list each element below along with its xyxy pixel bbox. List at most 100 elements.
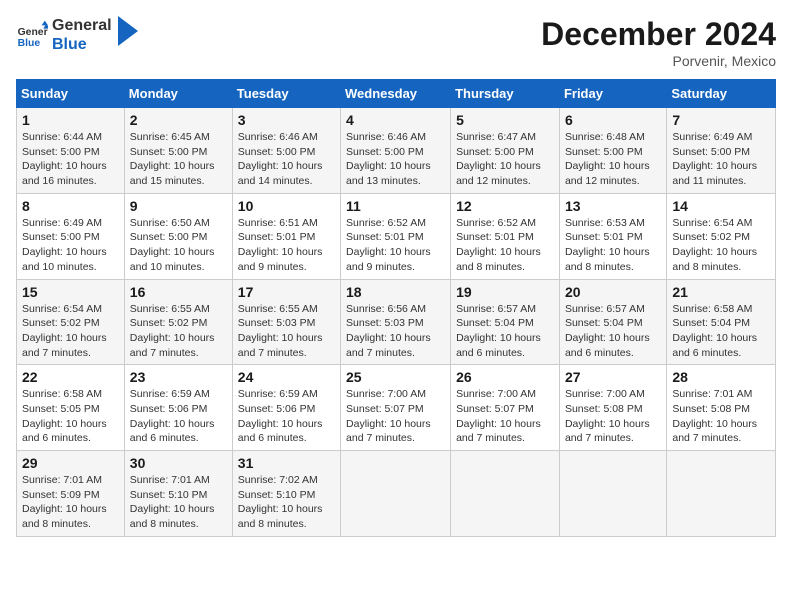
calendar-cell [667, 451, 776, 537]
day-info: Sunrise: 7:00 AM Sunset: 5:07 PM Dayligh… [346, 387, 445, 446]
logo-icon: General Blue [16, 19, 48, 51]
day-info: Sunrise: 6:51 AM Sunset: 5:01 PM Dayligh… [238, 216, 335, 275]
day-info: Sunrise: 6:54 AM Sunset: 5:02 PM Dayligh… [22, 302, 119, 361]
calendar-cell: 29 Sunrise: 7:01 AM Sunset: 5:09 PM Dayl… [17, 451, 125, 537]
calendar-cell: 14 Sunrise: 6:54 AM Sunset: 5:02 PM Dayl… [667, 193, 776, 279]
day-info: Sunrise: 7:02 AM Sunset: 5:10 PM Dayligh… [238, 473, 335, 532]
svg-text:Blue: Blue [18, 38, 41, 49]
day-number: 26 [456, 369, 554, 385]
calendar-week-row: 22 Sunrise: 6:58 AM Sunset: 5:05 PM Dayl… [17, 365, 776, 451]
day-number: 6 [565, 112, 661, 128]
day-number: 30 [130, 455, 227, 471]
day-info: Sunrise: 6:57 AM Sunset: 5:04 PM Dayligh… [456, 302, 554, 361]
calendar-cell: 13 Sunrise: 6:53 AM Sunset: 5:01 PM Dayl… [559, 193, 666, 279]
day-info: Sunrise: 6:54 AM Sunset: 5:02 PM Dayligh… [672, 216, 770, 275]
svg-text:General: General [18, 27, 48, 38]
day-number: 11 [346, 198, 445, 214]
day-number: 1 [22, 112, 119, 128]
day-number: 28 [672, 369, 770, 385]
header-monday: Monday [124, 80, 232, 108]
day-number: 12 [456, 198, 554, 214]
calendar-cell [559, 451, 666, 537]
logo-general: General [52, 16, 112, 35]
day-number: 4 [346, 112, 445, 128]
calendar-cell: 26 Sunrise: 7:00 AM Sunset: 5:07 PM Dayl… [451, 365, 560, 451]
header-sunday: Sunday [17, 80, 125, 108]
logo-arrow-icon [118, 16, 138, 46]
day-number: 19 [456, 284, 554, 300]
day-info: Sunrise: 7:01 AM Sunset: 5:09 PM Dayligh… [22, 473, 119, 532]
calendar-cell [341, 451, 451, 537]
day-info: Sunrise: 6:58 AM Sunset: 5:05 PM Dayligh… [22, 387, 119, 446]
calendar-week-row: 15 Sunrise: 6:54 AM Sunset: 5:02 PM Dayl… [17, 279, 776, 365]
calendar-cell: 5 Sunrise: 6:47 AM Sunset: 5:00 PM Dayli… [451, 108, 560, 194]
day-info: Sunrise: 7:01 AM Sunset: 5:10 PM Dayligh… [130, 473, 227, 532]
day-info: Sunrise: 6:50 AM Sunset: 5:00 PM Dayligh… [130, 216, 227, 275]
calendar-cell: 28 Sunrise: 7:01 AM Sunset: 5:08 PM Dayl… [667, 365, 776, 451]
day-number: 23 [130, 369, 227, 385]
day-number: 13 [565, 198, 661, 214]
day-number: 24 [238, 369, 335, 385]
calendar-week-row: 29 Sunrise: 7:01 AM Sunset: 5:09 PM Dayl… [17, 451, 776, 537]
logo: General Blue General Blue [16, 16, 138, 54]
calendar-cell: 15 Sunrise: 6:54 AM Sunset: 5:02 PM Dayl… [17, 279, 125, 365]
day-number: 20 [565, 284, 661, 300]
calendar-cell: 21 Sunrise: 6:58 AM Sunset: 5:04 PM Dayl… [667, 279, 776, 365]
calendar-cell [451, 451, 560, 537]
day-number: 5 [456, 112, 554, 128]
calendar-cell: 20 Sunrise: 6:57 AM Sunset: 5:04 PM Dayl… [559, 279, 666, 365]
calendar-cell: 24 Sunrise: 6:59 AM Sunset: 5:06 PM Dayl… [232, 365, 340, 451]
day-info: Sunrise: 6:52 AM Sunset: 5:01 PM Dayligh… [456, 216, 554, 275]
calendar-week-row: 1 Sunrise: 6:44 AM Sunset: 5:00 PM Dayli… [17, 108, 776, 194]
day-number: 18 [346, 284, 445, 300]
calendar-cell: 6 Sunrise: 6:48 AM Sunset: 5:00 PM Dayli… [559, 108, 666, 194]
header-wednesday: Wednesday [341, 80, 451, 108]
day-info: Sunrise: 6:49 AM Sunset: 5:00 PM Dayligh… [672, 130, 770, 189]
day-number: 7 [672, 112, 770, 128]
day-info: Sunrise: 6:57 AM Sunset: 5:04 PM Dayligh… [565, 302, 661, 361]
header-saturday: Saturday [667, 80, 776, 108]
location: Porvenir, Mexico [541, 53, 776, 69]
calendar-cell: 23 Sunrise: 6:59 AM Sunset: 5:06 PM Dayl… [124, 365, 232, 451]
logo-blue: Blue [52, 35, 112, 54]
calendar-cell: 9 Sunrise: 6:50 AM Sunset: 5:00 PM Dayli… [124, 193, 232, 279]
day-number: 29 [22, 455, 119, 471]
day-info: Sunrise: 6:46 AM Sunset: 5:00 PM Dayligh… [346, 130, 445, 189]
calendar-header-row: Sunday Monday Tuesday Wednesday Thursday… [17, 80, 776, 108]
calendar-cell: 4 Sunrise: 6:46 AM Sunset: 5:00 PM Dayli… [341, 108, 451, 194]
day-info: Sunrise: 6:48 AM Sunset: 5:00 PM Dayligh… [565, 130, 661, 189]
day-number: 3 [238, 112, 335, 128]
calendar-cell: 22 Sunrise: 6:58 AM Sunset: 5:05 PM Dayl… [17, 365, 125, 451]
header: General Blue General Blue December 2024 … [16, 16, 776, 69]
day-info: Sunrise: 6:53 AM Sunset: 5:01 PM Dayligh… [565, 216, 661, 275]
day-info: Sunrise: 6:47 AM Sunset: 5:00 PM Dayligh… [456, 130, 554, 189]
day-number: 9 [130, 198, 227, 214]
calendar-cell: 7 Sunrise: 6:49 AM Sunset: 5:00 PM Dayli… [667, 108, 776, 194]
day-number: 14 [672, 198, 770, 214]
day-number: 27 [565, 369, 661, 385]
calendar-cell: 17 Sunrise: 6:55 AM Sunset: 5:03 PM Dayl… [232, 279, 340, 365]
calendar-cell: 10 Sunrise: 6:51 AM Sunset: 5:01 PM Dayl… [232, 193, 340, 279]
title-area: December 2024 Porvenir, Mexico [541, 16, 776, 69]
day-info: Sunrise: 6:59 AM Sunset: 5:06 PM Dayligh… [238, 387, 335, 446]
header-friday: Friday [559, 80, 666, 108]
day-info: Sunrise: 7:00 AM Sunset: 5:07 PM Dayligh… [456, 387, 554, 446]
day-info: Sunrise: 6:45 AM Sunset: 5:00 PM Dayligh… [130, 130, 227, 189]
calendar-table: Sunday Monday Tuesday Wednesday Thursday… [16, 79, 776, 537]
calendar-cell: 30 Sunrise: 7:01 AM Sunset: 5:10 PM Dayl… [124, 451, 232, 537]
calendar-cell: 11 Sunrise: 6:52 AM Sunset: 5:01 PM Dayl… [341, 193, 451, 279]
calendar-cell: 1 Sunrise: 6:44 AM Sunset: 5:00 PM Dayli… [17, 108, 125, 194]
day-info: Sunrise: 6:46 AM Sunset: 5:00 PM Dayligh… [238, 130, 335, 189]
day-info: Sunrise: 6:59 AM Sunset: 5:06 PM Dayligh… [130, 387, 227, 446]
day-info: Sunrise: 6:56 AM Sunset: 5:03 PM Dayligh… [346, 302, 445, 361]
day-info: Sunrise: 6:52 AM Sunset: 5:01 PM Dayligh… [346, 216, 445, 275]
calendar-cell: 27 Sunrise: 7:00 AM Sunset: 5:08 PM Dayl… [559, 365, 666, 451]
calendar-week-row: 8 Sunrise: 6:49 AM Sunset: 5:00 PM Dayli… [17, 193, 776, 279]
day-info: Sunrise: 7:00 AM Sunset: 5:08 PM Dayligh… [565, 387, 661, 446]
calendar-cell: 8 Sunrise: 6:49 AM Sunset: 5:00 PM Dayli… [17, 193, 125, 279]
day-info: Sunrise: 6:58 AM Sunset: 5:04 PM Dayligh… [672, 302, 770, 361]
day-number: 16 [130, 284, 227, 300]
day-info: Sunrise: 6:44 AM Sunset: 5:00 PM Dayligh… [22, 130, 119, 189]
calendar-cell: 2 Sunrise: 6:45 AM Sunset: 5:00 PM Dayli… [124, 108, 232, 194]
calendar-cell: 3 Sunrise: 6:46 AM Sunset: 5:00 PM Dayli… [232, 108, 340, 194]
